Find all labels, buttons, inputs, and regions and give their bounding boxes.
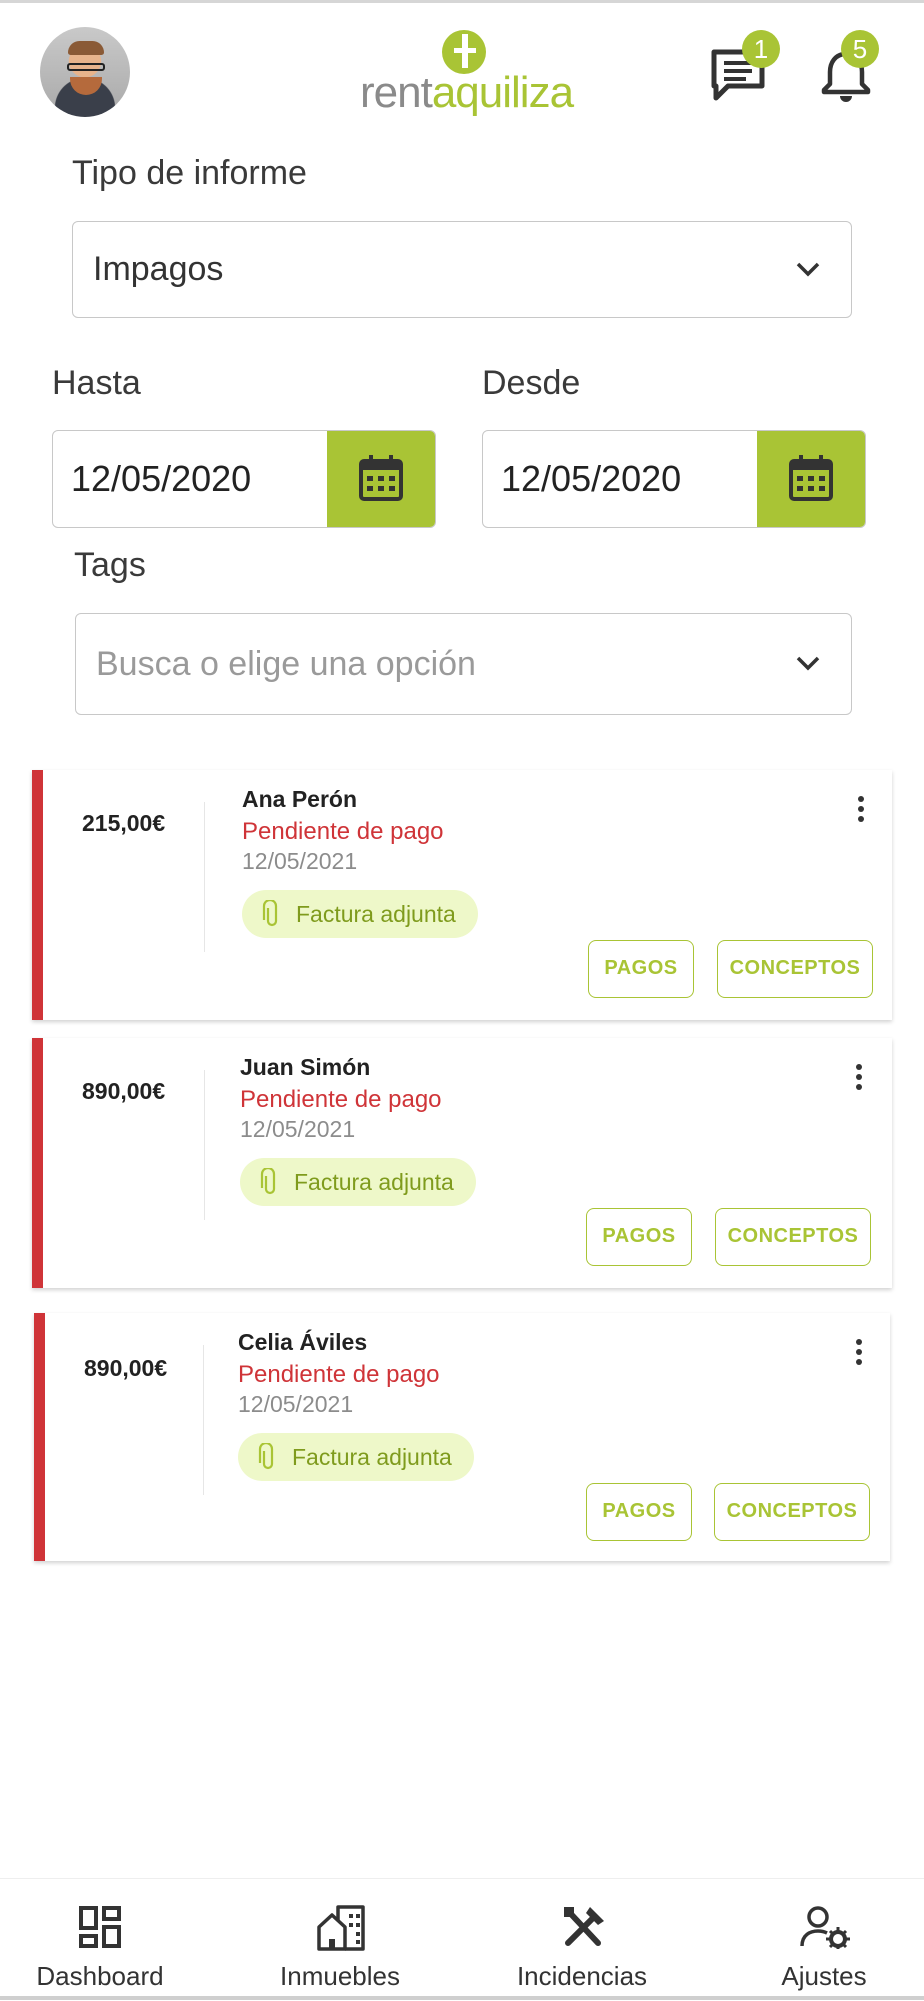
status-stripe xyxy=(34,1313,45,1561)
paperclip-icon xyxy=(262,900,278,927)
attachment-chip[interactable]: Factura adjunta xyxy=(240,1158,476,1206)
status-stripe xyxy=(32,1038,43,1288)
tools-icon xyxy=(564,1907,604,1946)
desde-calendar-button[interactable] xyxy=(757,431,865,527)
pagos-button[interactable]: PAGOS xyxy=(586,1483,692,1541)
nav-label: Incidencias xyxy=(516,1961,648,1991)
chevron-down-icon xyxy=(796,262,820,276)
tenant-name: Celia Áviles xyxy=(238,1329,368,1355)
report-type-label: Tipo de informe xyxy=(72,154,307,192)
dashboard-icon xyxy=(79,1906,121,1948)
notifications-badge: 5 xyxy=(841,30,879,68)
payment-card: 890,00€ Juan Simón Pendiente de pago 12/… xyxy=(32,1038,892,1288)
amount: 890,00€ xyxy=(84,1355,168,1381)
hasta-date-field[interactable]: 12/05/2020 xyxy=(52,430,436,528)
pagos-button[interactable]: PAGOS xyxy=(586,1208,692,1266)
hasta-calendar-button[interactable] xyxy=(327,431,435,527)
pagos-button[interactable]: PAGOS xyxy=(588,940,694,998)
bottom-border xyxy=(0,1996,924,2000)
user-settings-icon xyxy=(800,1906,850,1949)
payment-date: 12/05/2021 xyxy=(240,1116,356,1142)
tenant-name: Ana Perón xyxy=(242,786,358,812)
attachment-chip[interactable]: Factura adjunta xyxy=(242,890,478,938)
building-icon xyxy=(317,1905,365,1951)
report-type-select[interactable]: Impagos xyxy=(72,221,852,318)
desde-label: Desde xyxy=(482,364,581,402)
calendar-icon xyxy=(359,455,403,501)
nav-label: Ajustes xyxy=(781,1961,867,1991)
logo-text-rent: rent xyxy=(360,68,433,117)
payment-date: 12/05/2021 xyxy=(242,848,358,874)
conceptos-button[interactable]: CONCEPTOS xyxy=(717,940,873,998)
nav-incidencias[interactable]: Incidencias xyxy=(502,1879,662,2001)
nav-ajustes[interactable]: Ajustes xyxy=(744,1879,904,2001)
payment-card: 215,00€ Ana Perón Pendiente de pago 12/0… xyxy=(32,770,892,1020)
amount: 215,00€ xyxy=(82,810,166,836)
attachment-label: Factura adjunta xyxy=(292,1444,452,1470)
payment-status: Pendiente de pago xyxy=(238,1361,440,1388)
desde-date-value: 12/05/2020 xyxy=(501,458,682,499)
attachment-label: Factura adjunta xyxy=(296,901,456,927)
bottom-navigation: Dashboard Inmuebles Incidencias Ajustes xyxy=(0,1878,924,2001)
chevron-down-icon xyxy=(796,656,820,671)
logo-text-aquiliza: aquiliza xyxy=(431,68,574,117)
attachment-label: Factura adjunta xyxy=(294,1169,454,1195)
tags-select[interactable]: Busca o elige una opción xyxy=(75,613,852,715)
nav-label: Inmuebles xyxy=(280,1961,400,1991)
payment-status: Pendiente de pago xyxy=(242,818,444,845)
messages-badge: 1 xyxy=(742,30,780,68)
more-vert-icon[interactable] xyxy=(854,1337,864,1367)
status-stripe xyxy=(32,770,43,1020)
avatar[interactable] xyxy=(40,27,130,117)
tenant-name: Juan Simón xyxy=(240,1054,371,1080)
nav-label: Dashboard xyxy=(36,1961,164,1991)
attachment-chip[interactable]: Factura adjunta xyxy=(238,1433,474,1481)
more-vert-icon[interactable] xyxy=(854,1062,864,1092)
desde-date-field[interactable]: 12/05/2020 xyxy=(482,430,866,528)
hasta-date-value: 12/05/2020 xyxy=(71,458,252,499)
payment-date: 12/05/2021 xyxy=(238,1391,354,1417)
logo: rentaquiliza xyxy=(360,30,574,120)
payment-status: Pendiente de pago xyxy=(240,1086,442,1113)
calendar-icon xyxy=(789,455,833,501)
conceptos-button[interactable]: CONCEPTOS xyxy=(715,1208,871,1266)
nav-inmuebles[interactable]: Inmuebles xyxy=(260,1879,420,2001)
report-type-value: Impagos xyxy=(93,250,224,288)
nav-dashboard[interactable]: Dashboard xyxy=(20,1879,180,2001)
paperclip-icon xyxy=(258,1443,274,1470)
hasta-label: Hasta xyxy=(52,364,141,402)
tags-placeholder: Busca o elige una opción xyxy=(96,645,476,683)
tags-label: Tags xyxy=(74,546,146,584)
more-vert-icon[interactable] xyxy=(856,794,866,824)
payment-card: 890,00€ Celia Áviles Pendiente de pago 1… xyxy=(34,1313,890,1561)
conceptos-button[interactable]: CONCEPTOS xyxy=(714,1483,870,1541)
amount: 890,00€ xyxy=(82,1078,166,1104)
paperclip-icon xyxy=(260,1168,276,1195)
